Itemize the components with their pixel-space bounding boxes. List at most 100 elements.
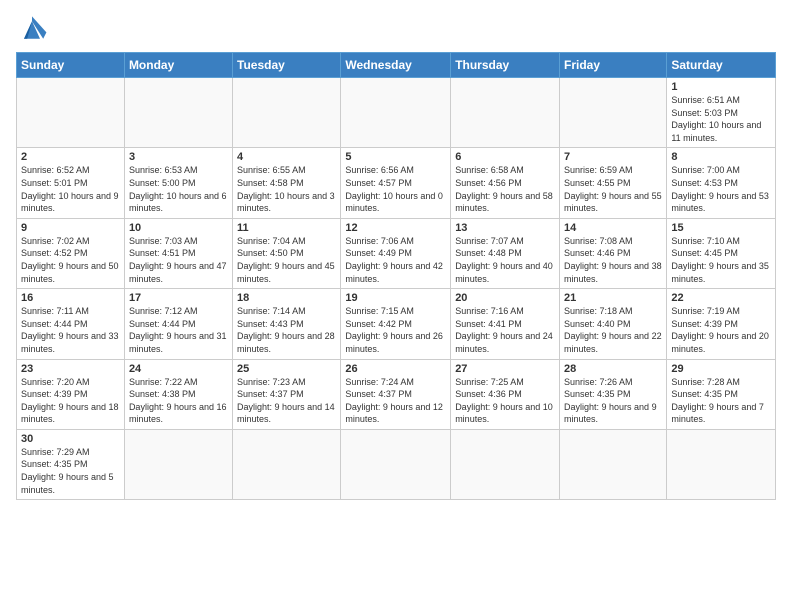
day-number: 8	[671, 151, 771, 163]
day-info: Sunrise: 7:22 AM Sunset: 4:38 PM Dayligh…	[129, 376, 228, 426]
day-info: Sunrise: 7:18 AM Sunset: 4:40 PM Dayligh…	[564, 305, 662, 355]
day-number: 7	[564, 151, 662, 163]
calendar-cell: 28Sunrise: 7:26 AM Sunset: 4:35 PM Dayli…	[560, 359, 667, 429]
calendar-cell: 1Sunrise: 6:51 AM Sunset: 5:03 PM Daylig…	[667, 78, 776, 148]
day-number: 1	[671, 81, 771, 93]
calendar-cell: 18Sunrise: 7:14 AM Sunset: 4:43 PM Dayli…	[233, 289, 341, 359]
calendar-cell	[667, 429, 776, 499]
day-number: 11	[237, 222, 336, 234]
day-number: 10	[129, 222, 228, 234]
calendar-cell: 2Sunrise: 6:52 AM Sunset: 5:01 PM Daylig…	[17, 148, 125, 218]
calendar-cell: 15Sunrise: 7:10 AM Sunset: 4:45 PM Dayli…	[667, 218, 776, 288]
day-number: 17	[129, 292, 228, 304]
day-info: Sunrise: 7:00 AM Sunset: 4:53 PM Dayligh…	[671, 164, 771, 214]
weekday-header-friday: Friday	[560, 53, 667, 78]
day-info: Sunrise: 6:51 AM Sunset: 5:03 PM Dayligh…	[671, 94, 771, 144]
day-number: 21	[564, 292, 662, 304]
header	[16, 16, 776, 44]
day-info: Sunrise: 7:15 AM Sunset: 4:42 PM Dayligh…	[345, 305, 446, 355]
day-number: 23	[21, 363, 120, 375]
calendar-cell: 17Sunrise: 7:12 AM Sunset: 4:44 PM Dayli…	[124, 289, 232, 359]
day-number: 2	[21, 151, 120, 163]
calendar-cell	[341, 78, 451, 148]
calendar-cell: 13Sunrise: 7:07 AM Sunset: 4:48 PM Dayli…	[451, 218, 560, 288]
calendar-table: SundayMondayTuesdayWednesdayThursdayFrid…	[16, 52, 776, 500]
day-number: 29	[671, 363, 771, 375]
generalblue-logo-icon	[16, 16, 48, 44]
calendar-cell	[233, 78, 341, 148]
calendar-week-6: 30Sunrise: 7:29 AM Sunset: 4:35 PM Dayli…	[17, 429, 776, 499]
day-info: Sunrise: 7:19 AM Sunset: 4:39 PM Dayligh…	[671, 305, 771, 355]
calendar-cell: 27Sunrise: 7:25 AM Sunset: 4:36 PM Dayli…	[451, 359, 560, 429]
calendar-cell: 7Sunrise: 6:59 AM Sunset: 4:55 PM Daylig…	[560, 148, 667, 218]
day-info: Sunrise: 7:14 AM Sunset: 4:43 PM Dayligh…	[237, 305, 336, 355]
day-number: 22	[671, 292, 771, 304]
day-number: 24	[129, 363, 228, 375]
day-info: Sunrise: 6:58 AM Sunset: 4:56 PM Dayligh…	[455, 164, 555, 214]
day-number: 20	[455, 292, 555, 304]
day-info: Sunrise: 7:29 AM Sunset: 4:35 PM Dayligh…	[21, 446, 120, 496]
calendar-cell: 26Sunrise: 7:24 AM Sunset: 4:37 PM Dayli…	[341, 359, 451, 429]
day-number: 12	[345, 222, 446, 234]
day-info: Sunrise: 6:53 AM Sunset: 5:00 PM Dayligh…	[129, 164, 228, 214]
calendar-cell: 20Sunrise: 7:16 AM Sunset: 4:41 PM Dayli…	[451, 289, 560, 359]
day-info: Sunrise: 6:55 AM Sunset: 4:58 PM Dayligh…	[237, 164, 336, 214]
calendar-cell: 5Sunrise: 6:56 AM Sunset: 4:57 PM Daylig…	[341, 148, 451, 218]
day-info: Sunrise: 7:23 AM Sunset: 4:37 PM Dayligh…	[237, 376, 336, 426]
day-number: 27	[455, 363, 555, 375]
calendar-cell	[451, 429, 560, 499]
day-number: 13	[455, 222, 555, 234]
calendar-cell	[124, 78, 232, 148]
calendar-cell: 6Sunrise: 6:58 AM Sunset: 4:56 PM Daylig…	[451, 148, 560, 218]
day-info: Sunrise: 7:26 AM Sunset: 4:35 PM Dayligh…	[564, 376, 662, 426]
calendar-cell	[233, 429, 341, 499]
page: SundayMondayTuesdayWednesdayThursdayFrid…	[0, 0, 792, 612]
weekday-header-wednesday: Wednesday	[341, 53, 451, 78]
logo	[16, 16, 52, 44]
day-info: Sunrise: 7:06 AM Sunset: 4:49 PM Dayligh…	[345, 235, 446, 285]
calendar-cell	[124, 429, 232, 499]
calendar-cell: 16Sunrise: 7:11 AM Sunset: 4:44 PM Dayli…	[17, 289, 125, 359]
day-info: Sunrise: 7:11 AM Sunset: 4:44 PM Dayligh…	[21, 305, 120, 355]
day-number: 14	[564, 222, 662, 234]
day-info: Sunrise: 7:24 AM Sunset: 4:37 PM Dayligh…	[345, 376, 446, 426]
weekday-header-saturday: Saturday	[667, 53, 776, 78]
day-number: 28	[564, 363, 662, 375]
day-number: 19	[345, 292, 446, 304]
day-number: 3	[129, 151, 228, 163]
calendar-cell: 10Sunrise: 7:03 AM Sunset: 4:51 PM Dayli…	[124, 218, 232, 288]
calendar-week-3: 9Sunrise: 7:02 AM Sunset: 4:52 PM Daylig…	[17, 218, 776, 288]
day-info: Sunrise: 7:12 AM Sunset: 4:44 PM Dayligh…	[129, 305, 228, 355]
day-info: Sunrise: 7:16 AM Sunset: 4:41 PM Dayligh…	[455, 305, 555, 355]
calendar-cell: 11Sunrise: 7:04 AM Sunset: 4:50 PM Dayli…	[233, 218, 341, 288]
day-number: 16	[21, 292, 120, 304]
calendar-cell: 8Sunrise: 7:00 AM Sunset: 4:53 PM Daylig…	[667, 148, 776, 218]
calendar-cell	[341, 429, 451, 499]
day-info: Sunrise: 7:25 AM Sunset: 4:36 PM Dayligh…	[455, 376, 555, 426]
weekday-header-sunday: Sunday	[17, 53, 125, 78]
day-info: Sunrise: 6:52 AM Sunset: 5:01 PM Dayligh…	[21, 164, 120, 214]
calendar-cell	[451, 78, 560, 148]
calendar-week-4: 16Sunrise: 7:11 AM Sunset: 4:44 PM Dayli…	[17, 289, 776, 359]
day-info: Sunrise: 7:07 AM Sunset: 4:48 PM Dayligh…	[455, 235, 555, 285]
day-info: Sunrise: 7:28 AM Sunset: 4:35 PM Dayligh…	[671, 376, 771, 426]
calendar-cell	[17, 78, 125, 148]
weekday-header-monday: Monday	[124, 53, 232, 78]
calendar-cell: 14Sunrise: 7:08 AM Sunset: 4:46 PM Dayli…	[560, 218, 667, 288]
day-number: 25	[237, 363, 336, 375]
day-info: Sunrise: 7:20 AM Sunset: 4:39 PM Dayligh…	[21, 376, 120, 426]
day-info: Sunrise: 7:08 AM Sunset: 4:46 PM Dayligh…	[564, 235, 662, 285]
calendar-cell: 25Sunrise: 7:23 AM Sunset: 4:37 PM Dayli…	[233, 359, 341, 429]
calendar-week-5: 23Sunrise: 7:20 AM Sunset: 4:39 PM Dayli…	[17, 359, 776, 429]
day-info: Sunrise: 6:56 AM Sunset: 4:57 PM Dayligh…	[345, 164, 446, 214]
calendar-cell: 12Sunrise: 7:06 AM Sunset: 4:49 PM Dayli…	[341, 218, 451, 288]
day-number: 4	[237, 151, 336, 163]
calendar-week-1: 1Sunrise: 6:51 AM Sunset: 5:03 PM Daylig…	[17, 78, 776, 148]
calendar-cell: 3Sunrise: 6:53 AM Sunset: 5:00 PM Daylig…	[124, 148, 232, 218]
weekday-header-thursday: Thursday	[451, 53, 560, 78]
calendar-cell: 19Sunrise: 7:15 AM Sunset: 4:42 PM Dayli…	[341, 289, 451, 359]
calendar-cell: 24Sunrise: 7:22 AM Sunset: 4:38 PM Dayli…	[124, 359, 232, 429]
calendar-cell: 4Sunrise: 6:55 AM Sunset: 4:58 PM Daylig…	[233, 148, 341, 218]
day-number: 18	[237, 292, 336, 304]
calendar-cell: 9Sunrise: 7:02 AM Sunset: 4:52 PM Daylig…	[17, 218, 125, 288]
